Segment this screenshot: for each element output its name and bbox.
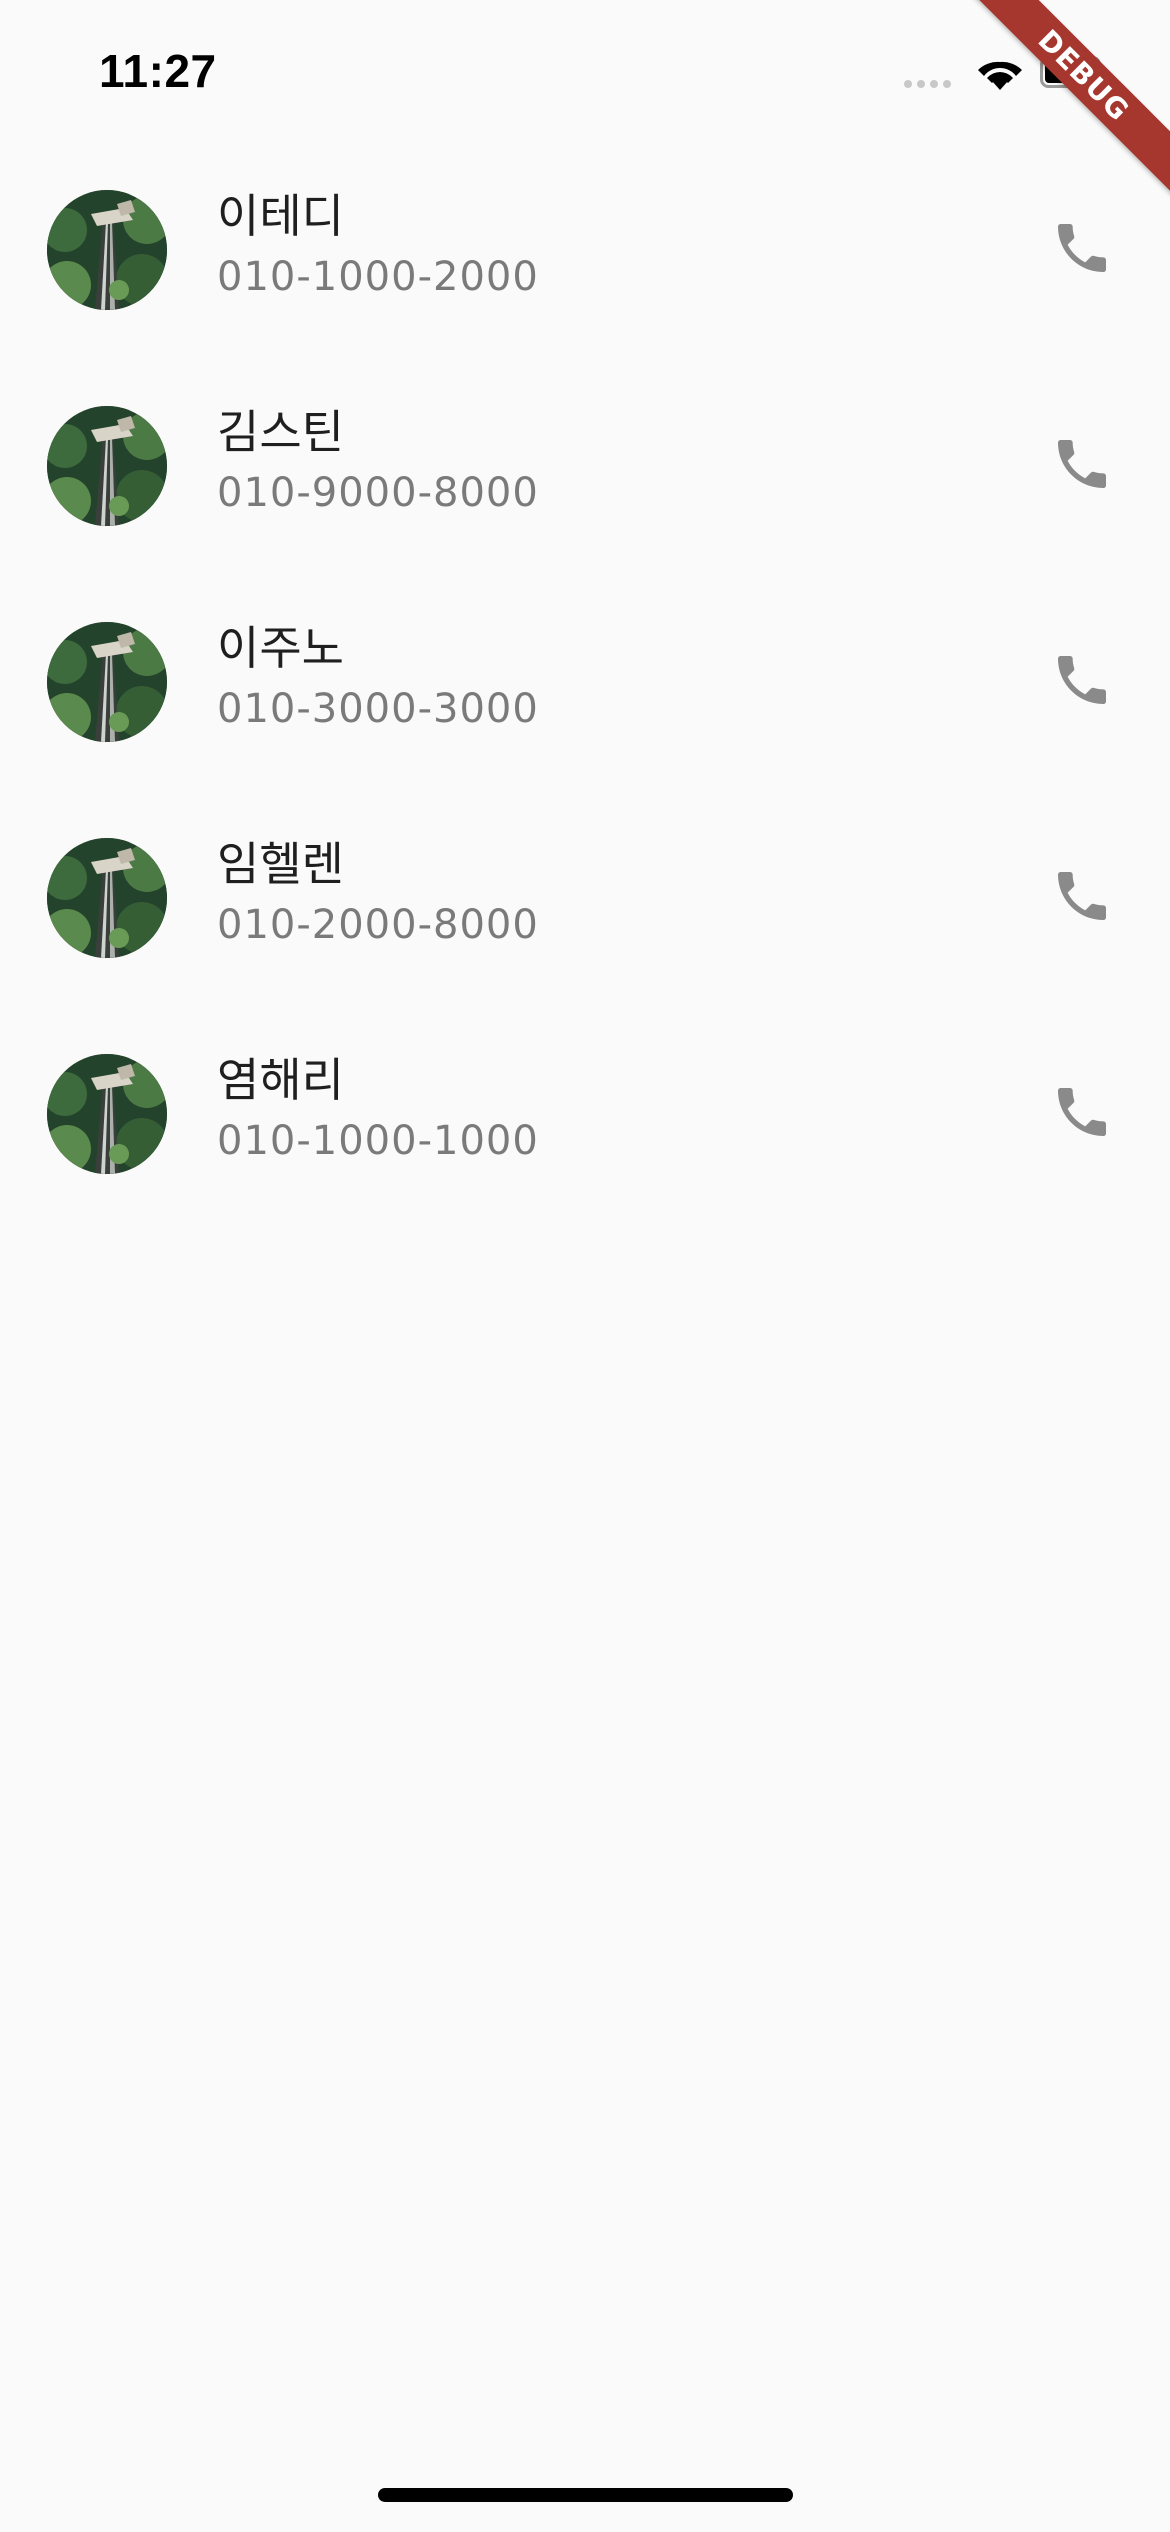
- phone-icon[interactable]: [1050, 648, 1114, 712]
- contact-list: 이테디 010-1000-2000 김스틴 010-9000-8000 이주노 …: [0, 164, 1170, 1244]
- phone-icon[interactable]: [1050, 216, 1114, 280]
- contact-list-item[interactable]: 임헬렌 010-2000-8000: [0, 812, 1170, 1028]
- contact-list-item[interactable]: 염해리 010-1000-1000: [0, 1028, 1170, 1244]
- phone-icon[interactable]: [1050, 432, 1114, 496]
- status-time: 11:27: [99, 45, 217, 97]
- contact-phone: 010-1000-2000: [217, 254, 539, 300]
- avatar: [47, 190, 167, 310]
- contact-name: 김스틴: [217, 405, 344, 459]
- contact-phone: 010-9000-8000: [217, 470, 539, 516]
- avatar: [47, 838, 167, 958]
- contact-list-item[interactable]: 김스틴 010-9000-8000: [0, 380, 1170, 596]
- contact-name: 염해리: [217, 1053, 344, 1107]
- contact-phone: 010-2000-8000: [217, 902, 539, 948]
- contact-name: 이테디: [217, 189, 344, 243]
- phone-icon[interactable]: [1050, 1080, 1114, 1144]
- contact-name: 이주노: [217, 621, 344, 675]
- battery-icon: [1040, 56, 1105, 88]
- status-bar: 11:27: [0, 0, 1170, 140]
- contact-list-item[interactable]: 이테디 010-1000-2000: [0, 164, 1170, 380]
- avatar: [47, 406, 167, 526]
- contact-phone: 010-3000-3000: [217, 686, 539, 732]
- wifi-icon: [978, 61, 1022, 90]
- contacts-screen: 11:27 DEBUG 이테디 010-1000-2000 김스틴 010-90…: [0, 0, 1170, 2532]
- avatar: [47, 622, 167, 742]
- home-indicator[interactable]: [378, 2488, 793, 2502]
- contact-name: 임헬렌: [217, 837, 344, 891]
- avatar: [47, 1054, 167, 1174]
- contact-list-item[interactable]: 이주노 010-3000-3000: [0, 596, 1170, 812]
- cellular-signal-icon: [904, 80, 951, 88]
- phone-icon[interactable]: [1050, 864, 1114, 928]
- contact-phone: 010-1000-1000: [217, 1118, 539, 1164]
